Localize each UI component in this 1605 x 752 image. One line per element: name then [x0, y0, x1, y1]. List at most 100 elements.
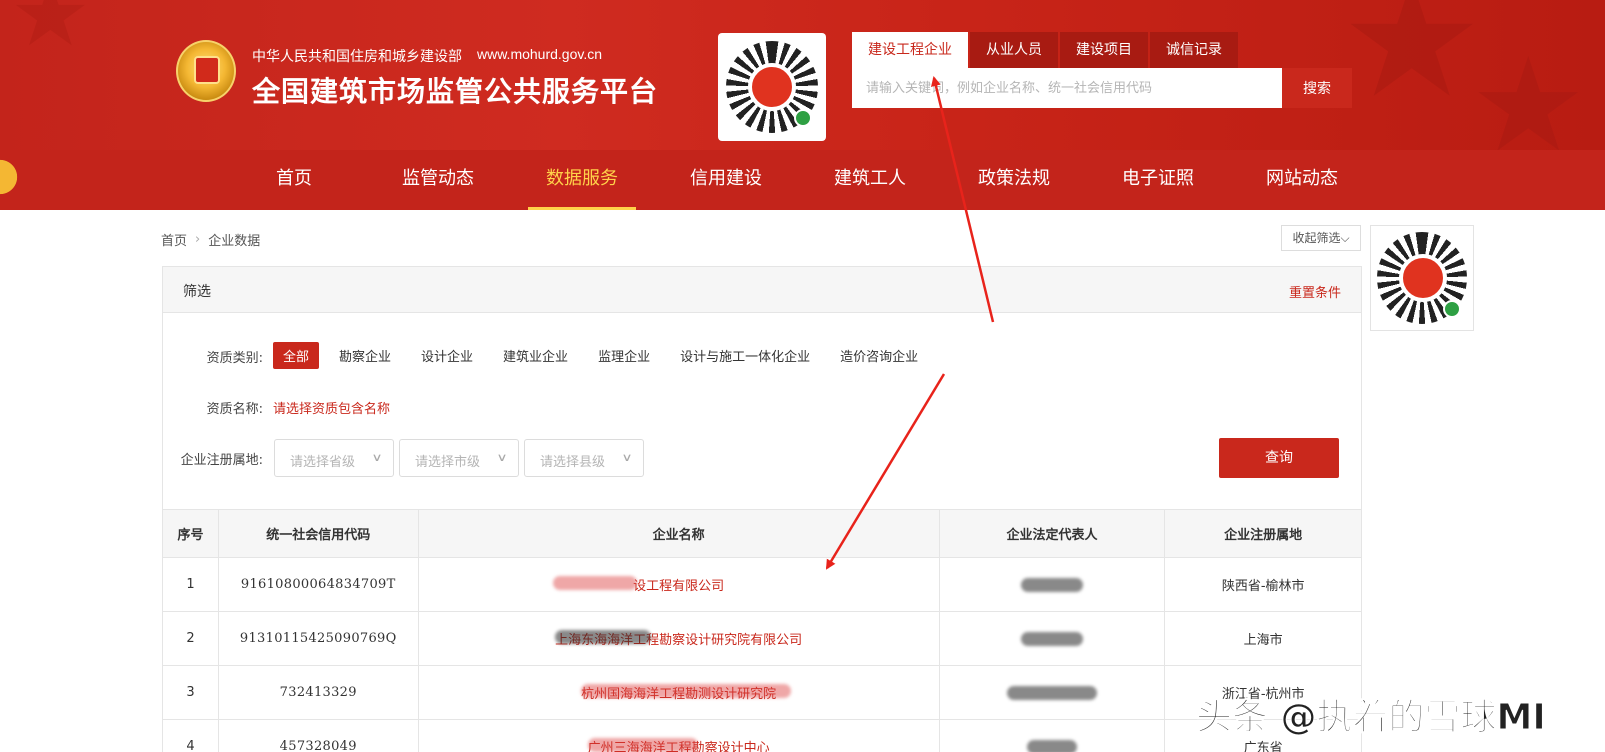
search-bar: 搜索: [852, 68, 1352, 108]
collapse-filter-button[interactable]: 收起筛选⌵: [1281, 225, 1361, 251]
filter-panel: 筛选 重置条件 资质类别: 全部 勘察企业 设计企业 建筑业企业 监理企业 设计…: [162, 266, 1362, 510]
tab-credit-records[interactable]: 诚信记录: [1150, 32, 1238, 68]
enterprise-name-text: 设工程有限公司: [633, 579, 725, 594]
search-tabs: 建设工程企业 从业人员 建设项目 诚信记录: [852, 32, 1240, 68]
row-credit-code: 91310115425090769Q: [219, 612, 419, 665]
row-no: 2: [163, 612, 219, 665]
header-enterprise-name: 企业名称: [419, 510, 940, 557]
enterprise-name-link[interactable]: 广州三海海洋工程勘察设计中心: [587, 737, 770, 752]
row-legal-rep: [940, 558, 1166, 611]
city-placeholder: 请选择市级: [415, 455, 481, 470]
chevron-down-icon: ∨: [621, 451, 633, 464]
reset-conditions-link[interactable]: 重置条件: [1289, 282, 1341, 301]
row-name-cell: 上海东海海洋工程勘察设计研究院有限公司: [419, 612, 940, 665]
chevron-down-icon: ∨: [496, 451, 508, 464]
category-construction[interactable]: 建筑业企业: [493, 342, 578, 369]
enterprise-name-link[interactable]: 上海东海海洋工程勘察设计研究院有限公司: [555, 629, 802, 648]
category-cost-consulting[interactable]: 造价咨询企业: [830, 342, 928, 369]
search-input[interactable]: [852, 68, 1282, 108]
star-decoration-icon: ★: [10, 0, 91, 67]
main-navigation: 首页 监管动态 数据服务 信用建设 建筑工人 政策法规 电子证照 网站动态: [0, 150, 1605, 210]
filter-title: 筛选: [183, 284, 211, 300]
platform-title[interactable]: 全国建筑市场监管公共服务平台: [252, 70, 658, 110]
qualification-select-link[interactable]: 请选择资质包含名称: [273, 398, 390, 417]
redaction-mark: [553, 576, 638, 590]
redaction-mark: [1021, 631, 1084, 646]
site-url[interactable]: www.mohurd.gov.cn: [477, 46, 602, 62]
row-credit-code: 457328049: [219, 720, 419, 752]
city-select[interactable]: 请选择市级 ∨: [399, 439, 519, 477]
breadcrumb-current: 企业数据: [208, 234, 261, 249]
tab-construction-projects[interactable]: 建设项目: [1060, 32, 1148, 68]
star-decoration-icon: ★: [1470, 29, 1587, 150]
nav-home[interactable]: 首页: [222, 150, 366, 210]
row-name-cell: 设工程有限公司: [419, 558, 940, 611]
qualification-label: 资质名称:: [206, 402, 263, 417]
redaction-mark: [587, 738, 698, 752]
category-all[interactable]: 全部: [273, 342, 320, 369]
category-label: 资质类别:: [206, 351, 263, 366]
search-button[interactable]: 搜索: [1282, 68, 1352, 108]
table-row[interactable]: 1 91610800064834709T 设工程有限公司 陕西省-榆林市: [163, 558, 1361, 612]
header-location: 企业注册属地: [1224, 528, 1303, 543]
qr-code-icon: [1377, 232, 1467, 324]
query-button[interactable]: 查询: [1219, 438, 1339, 478]
breadcrumb: 首页 › 企业数据: [161, 230, 260, 249]
table-header: 序号 统一社会信用代码 企业名称 企业法定代表人 企业注册属地: [163, 510, 1361, 558]
row-no: 3: [163, 666, 219, 719]
nav-policies-regulations[interactable]: 政策法规: [942, 150, 1086, 210]
category-survey[interactable]: 勘察企业: [329, 342, 401, 369]
table-row[interactable]: 2 91310115425090769Q 上海东海海洋工程勘察设计研究院有限公司…: [163, 612, 1361, 666]
enterprise-table: 序号 统一社会信用代码 企业名称 企业法定代表人 企业注册属地 1 916108…: [162, 510, 1362, 752]
redaction-mark: [581, 684, 792, 698]
watermark: 头条 @执着的雪球MI: [1196, 697, 1547, 739]
breadcrumb-home[interactable]: 首页: [161, 230, 187, 249]
nav-construction-workers[interactable]: 建筑工人: [798, 150, 942, 210]
header-no: 序号: [163, 510, 219, 557]
qr-code-icon: [726, 41, 818, 133]
province-placeholder: 请选择省级: [290, 455, 356, 470]
category-list: 全部 勘察企业 设计企业 建筑业企业 监理企业 设计与施工一体化企业 造价咨询企…: [273, 342, 938, 369]
row-location: 上海市: [1243, 633, 1283, 648]
row-no: 1: [163, 558, 219, 611]
row-location: 陕西省-榆林市: [1221, 579, 1305, 594]
chevron-right-icon: ›: [195, 232, 201, 247]
chevron-down-icon: ∨: [371, 451, 383, 464]
nav-e-certificates[interactable]: 电子证照: [1086, 150, 1230, 210]
ministry-name: 中华人民共和国住房和城乡建设部: [252, 49, 462, 65]
county-select[interactable]: 请选择县级 ∨: [524, 439, 644, 477]
tab-practitioners[interactable]: 从业人员: [970, 32, 1058, 68]
row-name-cell: 杭州国海海洋工程勘测设计研究院: [419, 666, 940, 719]
row-no: 4: [163, 720, 219, 752]
nav-regulatory-news[interactable]: 监管动态: [366, 150, 510, 210]
filter-header: 筛选 重置条件: [163, 267, 1361, 313]
province-select[interactable]: 请选择省级 ∨: [274, 439, 394, 477]
location-label: 企业注册属地:: [180, 453, 263, 468]
redaction-mark: [1007, 685, 1098, 700]
redaction-mark: [1021, 577, 1084, 592]
enterprise-name-link[interactable]: 设工程有限公司: [553, 575, 725, 594]
county-placeholder: 请选择县级: [540, 455, 606, 470]
side-qr-code: [1370, 225, 1474, 331]
national-emblem-icon: [176, 40, 236, 102]
star-decoration-icon: ★: [1340, 0, 1484, 133]
side-ornament-icon: [0, 148, 24, 206]
row-credit-code: 91610800064834709T: [219, 558, 419, 611]
row-legal-rep: [940, 720, 1166, 752]
nav-credit-building[interactable]: 信用建设: [654, 150, 798, 210]
nav-site-news[interactable]: 网站动态: [1230, 150, 1374, 210]
header-banner: ★ ★ ★ 中华人民共和国住房和城乡建设部 www.mohurd.gov.cn …: [0, 0, 1605, 150]
row-credit-code: 732413329: [219, 666, 419, 719]
enterprise-name-link[interactable]: 杭州国海海洋工程勘测设计研究院: [581, 683, 792, 702]
tab-construction-enterprise[interactable]: 建设工程企业: [852, 32, 968, 68]
category-design-build[interactable]: 设计与施工一体化企业: [670, 342, 820, 369]
header-legal-rep: 企业法定代表人: [940, 510, 1166, 557]
row-legal-rep: [940, 612, 1166, 665]
category-design[interactable]: 设计企业: [411, 342, 483, 369]
table-row[interactable]: 4 457328049 广州三海海洋工程勘察设计中心 广东省: [163, 720, 1361, 752]
table-row[interactable]: 3 732413329 杭州国海海洋工程勘测设计研究院 浙江省-杭州市: [163, 666, 1361, 720]
nav-data-services[interactable]: 数据服务: [510, 150, 654, 210]
mini-program-qr-code: [718, 33, 826, 141]
row-name-cell: 广州三海海洋工程勘察设计中心: [419, 720, 940, 752]
category-supervision[interactable]: 监理企业: [588, 342, 660, 369]
